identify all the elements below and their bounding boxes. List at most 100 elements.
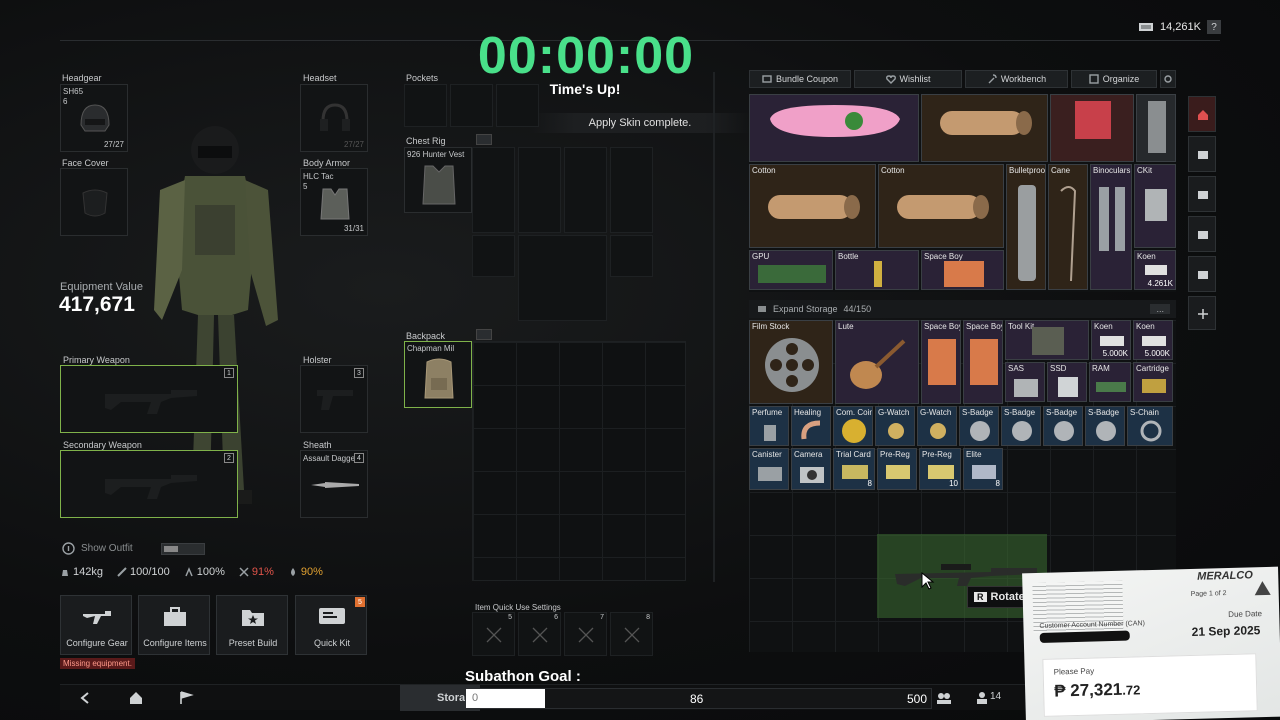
perfume-item[interactable]: Perfume (749, 406, 789, 446)
s-badge-item[interactable]: S-Badge (959, 406, 999, 446)
canister-item[interactable]: Canister (749, 448, 789, 490)
backpack-grid[interactable] (472, 341, 686, 581)
jerrycan-item[interactable] (1050, 94, 1134, 162)
headset-slot[interactable]: 27/27 (300, 84, 368, 152)
quick-kit-button[interactable]: 5 Quick Kit (295, 595, 367, 655)
canned-item[interactable] (1136, 94, 1176, 162)
s-badge-item[interactable]: S-Badge (1001, 406, 1041, 446)
holster-slot[interactable]: 3 (300, 365, 368, 433)
cotton-item[interactable] (921, 94, 1048, 162)
more-button[interactable]: ... (1150, 304, 1170, 314)
configure-gear-button[interactable]: Configure Gear (60, 595, 132, 655)
rig-cell[interactable] (518, 147, 561, 233)
ssd-item[interactable]: SSD (1047, 362, 1087, 402)
hoverboard-item[interactable] (749, 94, 919, 162)
equipment-value: 417,671 (59, 293, 135, 316)
chest-rig-slot[interactable]: 926 Hunter Vest (404, 147, 472, 213)
bill-due-date: 21 Sep 2025 (1191, 623, 1261, 639)
quick-use-slot[interactable]: 5 (472, 612, 515, 656)
pre-reg-item[interactable]: Pre-Reg 10 (919, 448, 961, 490)
tab-label: Workbench (1000, 74, 1047, 84)
friends-icon[interactable] (936, 691, 952, 705)
tab-organize[interactable]: Organize (1071, 70, 1157, 88)
item-name: Bulletproo (1009, 166, 1046, 175)
binoculars-item[interactable]: Binoculars (1090, 164, 1132, 290)
tab-workbench[interactable]: Workbench (965, 70, 1068, 88)
storage-home-button[interactable] (1188, 96, 1216, 132)
camera-item[interactable]: Camera (791, 448, 831, 490)
film-stock-item[interactable]: Film Stock (749, 320, 833, 404)
backpack-settings-icon[interactable] (476, 329, 492, 340)
primary-weapon-slot[interactable]: 1 (60, 365, 238, 433)
lute-item[interactable]: Lute (835, 320, 919, 404)
pocket-slot[interactable] (496, 84, 539, 127)
item-name: Lute (838, 322, 854, 331)
quick-use-slot[interactable]: 6 (518, 612, 561, 656)
quick-use-slot[interactable]: 8 (610, 612, 653, 656)
stream-timer: 00:00:00 (477, 27, 695, 85)
cotton-item[interactable]: Cotton (878, 164, 1004, 248)
space-boy-item[interactable]: Space Boy (921, 320, 961, 404)
help-button[interactable]: ? (1206, 20, 1221, 34)
koen-item[interactable]: Koen 4.261K (1134, 250, 1176, 290)
body-armor-slot[interactable]: HLC Tac 5 31/31 (300, 168, 368, 236)
storage-box-button[interactable] (1188, 176, 1216, 212)
storage-box-button[interactable] (1188, 256, 1216, 292)
tab-bundle-coupon[interactable]: Bundle Coupon (749, 70, 851, 88)
expand-storage-bar[interactable]: Expand Storage 44/150 ... (749, 300, 1176, 318)
elite-item[interactable]: Elite 8 (963, 448, 1003, 490)
com-coin-item[interactable]: Com. Coin (833, 406, 873, 446)
backpack-slot[interactable]: Chapman Mil (404, 341, 472, 408)
outfit-switch[interactable] (160, 542, 205, 555)
home-icon[interactable] (128, 690, 144, 706)
headgear-slot[interactable]: SH65 6 27/27 (60, 84, 128, 152)
storage-box-button[interactable] (1188, 216, 1216, 252)
tab-wishlist[interactable]: Wishlist (854, 70, 962, 88)
preset-build-button[interactable]: Preset Build (216, 595, 288, 655)
chest-rig-settings-icon[interactable] (476, 134, 492, 145)
rig-cell[interactable] (518, 235, 607, 321)
health-stat: 100/100 (117, 566, 170, 578)
rig-cell[interactable] (564, 147, 607, 233)
configure-items-button[interactable]: Configure Items (138, 595, 210, 655)
sas-item[interactable]: SAS (1005, 362, 1045, 402)
pre-reg-item[interactable]: Pre-Reg (877, 448, 917, 490)
pocket-slot[interactable] (450, 84, 493, 127)
back-icon[interactable] (78, 691, 92, 705)
s-badge-item[interactable]: S-Badge (1043, 406, 1083, 446)
rig-cell[interactable] (472, 147, 515, 233)
gear-icon (1164, 75, 1172, 83)
koen-item[interactable]: Koen 5.000K (1133, 320, 1173, 360)
cartridge-item[interactable]: Cartridge (1133, 362, 1173, 402)
face-cover-slot[interactable] (60, 168, 128, 236)
space-boy-item[interactable]: Space Boy (921, 250, 1004, 290)
bottle-item[interactable]: Bottle (835, 250, 919, 290)
rig-cell[interactable] (472, 235, 515, 277)
rig-cell[interactable] (610, 235, 653, 277)
gpu-item[interactable]: GPU (749, 250, 833, 290)
cane-item[interactable]: Cane (1048, 164, 1088, 290)
space-boy-item[interactable]: Space Boy (963, 320, 1003, 404)
trial-card-item[interactable]: Trial Card 8 (833, 448, 875, 490)
pocket-slot[interactable] (404, 84, 447, 127)
s-badge-item[interactable]: S-Badge (1085, 406, 1125, 446)
sheath-slot[interactable]: Assault Dagger 4 (300, 450, 368, 518)
cotton-item[interactable]: Cotton (749, 164, 876, 248)
secondary-weapon-slot[interactable]: 2 (60, 450, 238, 518)
koen-item[interactable]: Koen 5.000K (1091, 320, 1131, 360)
healing-item[interactable]: Healing (791, 406, 831, 446)
quick-use-slot[interactable]: 7 (564, 612, 607, 656)
g-watch-item[interactable]: G-Watch (875, 406, 915, 446)
flag-icon[interactable] (178, 690, 194, 706)
ckit-item[interactable]: CKit (1134, 164, 1176, 248)
rig-cell[interactable] (610, 147, 653, 233)
bulletproof-item[interactable]: Bulletproo (1006, 164, 1046, 290)
s-chain-item[interactable]: S-Chain (1127, 406, 1173, 446)
tool-kit-item[interactable]: Tool Kit (1005, 320, 1089, 360)
show-outfit-toggle[interactable]: Show Outfit (62, 542, 205, 555)
storage-box-button[interactable] (1188, 136, 1216, 172)
g-watch-item[interactable]: G-Watch (917, 406, 957, 446)
ram-item[interactable]: RAM (1089, 362, 1131, 402)
add-storage-button[interactable] (1188, 296, 1216, 330)
settings-button[interactable] (1160, 70, 1176, 88)
